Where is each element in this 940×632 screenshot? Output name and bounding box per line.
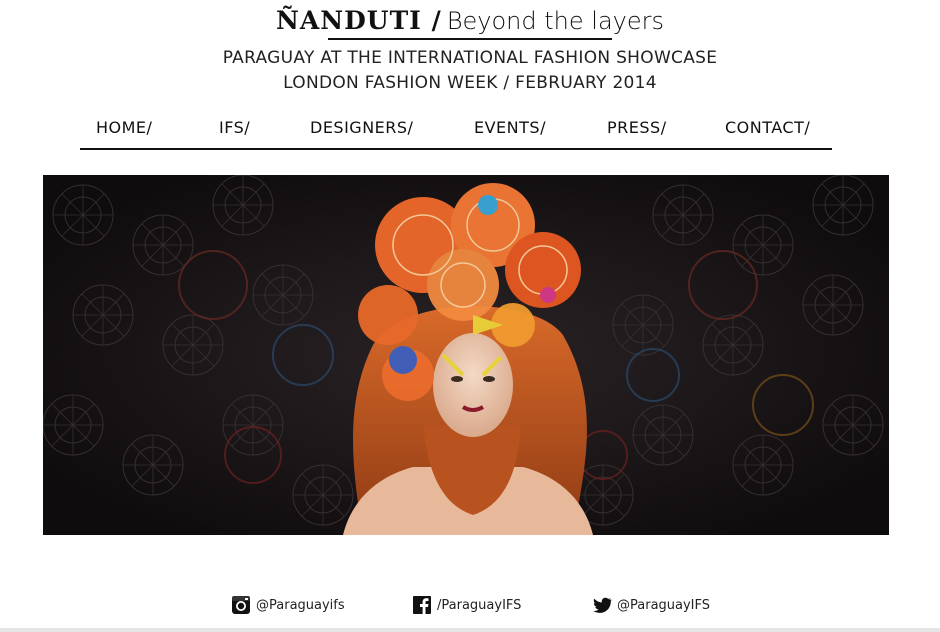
hero-image [43, 175, 889, 535]
tagline-line-1: PARAGUAY AT THE INTERNATIONAL FASHION SH… [222, 48, 718, 68]
facebook-handle: /ParaguayIFS [437, 597, 522, 613]
social-links: @Paraguayifs /ParaguayIFS @ParaguayIFS [0, 594, 940, 618]
instagram-icon [232, 596, 250, 614]
facebook-link[interactable]: /ParaguayIFS [412, 594, 521, 616]
page-bottom-border [0, 628, 940, 632]
brand-name: ÑANDUTI / [276, 6, 442, 35]
nav-item-designers[interactable]: DESIGNERS/ [310, 118, 413, 137]
nav-item-contact[interactable]: CONTACT/ [725, 118, 810, 137]
instagram-handle: @Paraguayifs [256, 597, 345, 613]
nav-item-home[interactable]: HOME/ [96, 118, 152, 137]
hero-illustration [43, 175, 889, 535]
nav-item-events[interactable]: EVENTS/ [474, 118, 546, 137]
brand-subtitle: Beyond the layers [446, 7, 664, 35]
instagram-link[interactable]: @Paraguayifs [231, 594, 345, 616]
nav-item-press[interactable]: PRESS/ [607, 118, 667, 137]
main-nav: HOME/ IFS/ DESIGNERS/ EVENTS/ PRESS/ CON… [80, 118, 832, 150]
brand-title[interactable]: ÑANDUTI / Beyond the layers [0, 6, 940, 35]
facebook-icon [413, 596, 431, 614]
twitter-link[interactable]: @ParaguayIFS [592, 594, 710, 616]
brand-underline [328, 38, 612, 40]
nav-item-ifs[interactable]: IFS/ [219, 118, 250, 137]
twitter-icon [593, 597, 612, 613]
twitter-handle: @ParaguayIFS [617, 597, 711, 613]
tagline-line-2: LONDON FASHION WEEK / FEBRUARY 2014 [283, 73, 657, 93]
